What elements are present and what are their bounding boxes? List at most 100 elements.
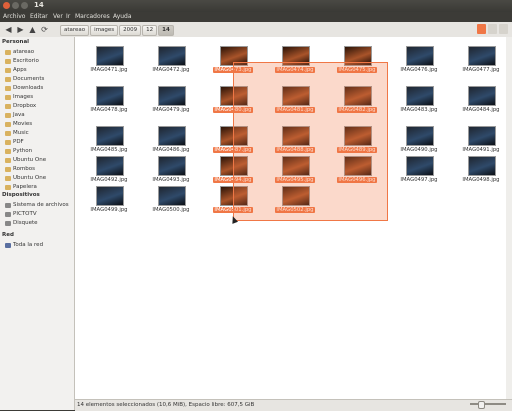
file-item[interactable]: IMAG0483.jpg xyxy=(392,80,446,120)
sidebar-item-personal-1[interactable]: Escritorio xyxy=(5,57,39,65)
sidebar-item-personal-15[interactable]: Papelera xyxy=(5,183,37,191)
network-icon xyxy=(5,242,11,248)
folder-icon xyxy=(5,49,11,55)
menu-ayuda[interactable]: Ayuda xyxy=(113,13,132,20)
file-item[interactable]: IMAG0476.jpg xyxy=(392,40,446,80)
drive-icon xyxy=(5,211,11,217)
file-item[interactable]: IMAG0478.jpg xyxy=(82,80,136,120)
folder-icon xyxy=(5,103,11,109)
breadcrumb-2009[interactable]: 2009 xyxy=(119,25,142,36)
sidebar-item-personal-6[interactable]: Dropbox xyxy=(5,102,36,110)
title-bar: 14 xyxy=(0,0,512,12)
image-thumbnail xyxy=(158,46,186,66)
menu-archivo[interactable]: Archivo xyxy=(3,13,25,20)
sidebar-item-personal-10[interactable]: PDF xyxy=(5,138,24,146)
sidebar-item-personal-12[interactable]: Ubuntu One xyxy=(5,156,46,164)
file-name: IMAG0498.jpg xyxy=(462,177,500,183)
sidebar-item-label: Sistema de archivos xyxy=(13,202,69,208)
file-item[interactable]: IMAG0471.jpg xyxy=(82,40,136,80)
sidebar-item-label: Documents xyxy=(13,76,45,82)
sidebar-header-personal: Personal xyxy=(2,39,30,45)
menu-marcadores[interactable]: Marcadores xyxy=(75,13,110,20)
image-thumbnail xyxy=(158,186,186,206)
forward-arrow-icon[interactable]: ▶ xyxy=(15,24,26,35)
file-name: IMAG0472.jpg xyxy=(152,67,190,73)
file-item[interactable]: IMAG0500.jpg xyxy=(144,180,198,220)
image-thumbnail xyxy=(96,126,124,146)
file-item[interactable]: IMAG0479.jpg xyxy=(144,80,198,120)
sidebar-item-personal-9[interactable]: Music xyxy=(5,129,29,137)
zoom-slider[interactable] xyxy=(470,403,506,405)
folder-icon xyxy=(5,166,11,172)
file-name: IMAG0483.jpg xyxy=(400,107,438,113)
list-view-button[interactable] xyxy=(488,24,497,34)
file-name-label: IMAG0471.jpg xyxy=(82,67,136,73)
compact-view-button[interactable] xyxy=(499,24,508,34)
image-thumbnail xyxy=(96,46,124,66)
zoom-slider-handle[interactable] xyxy=(478,401,485,409)
file-name-label: IMAG0472.jpg xyxy=(144,67,198,73)
sidebar-item-personal-11[interactable]: Python xyxy=(5,147,32,155)
sidebar-item-personal-4[interactable]: Downloads xyxy=(5,84,43,92)
image-thumbnail xyxy=(406,86,434,106)
sidebar-item-label: Movies xyxy=(13,121,33,127)
folder-icon xyxy=(5,175,11,181)
sidebar-item-label: Downloads xyxy=(13,85,44,91)
sidebar-item-label: Python xyxy=(13,148,33,154)
sidebar-item-personal-0[interactable]: atareao xyxy=(5,48,34,56)
file-item[interactable]: IMAG0499.jpg xyxy=(82,180,136,220)
file-name-label: IMAG0477.jpg xyxy=(454,67,508,73)
file-item[interactable]: IMAG0497.jpg xyxy=(392,150,446,190)
window-title: 14 xyxy=(34,1,44,9)
file-name: IMAG0477.jpg xyxy=(462,67,500,73)
breadcrumb-atareao[interactable]: atareao xyxy=(60,25,90,36)
menu-editar[interactable]: Editar xyxy=(30,13,48,20)
minimize-window-button[interactable] xyxy=(12,2,19,9)
file-item[interactable]: IMAG0472.jpg xyxy=(144,40,198,80)
sidebar-item-network-0[interactable]: Toda la red xyxy=(5,241,43,249)
breadcrumb-12[interactable]: 12 xyxy=(142,25,158,36)
scrollbar[interactable] xyxy=(506,37,512,399)
sidebar-item-device-2[interactable]: Disquete xyxy=(5,219,38,227)
sidebar-item-personal-14[interactable]: Ubuntu One xyxy=(5,174,46,182)
sidebar-item-label: Escritorio xyxy=(13,58,39,64)
folder-icon xyxy=(5,121,11,127)
sidebar-item-personal-13[interactable]: Rombos xyxy=(5,165,35,173)
sidebar-item-label: Disquete xyxy=(13,220,38,226)
maximize-window-button[interactable] xyxy=(21,2,28,9)
file-name-label: IMAG0483.jpg xyxy=(392,107,446,113)
image-thumbnail xyxy=(468,86,496,106)
sidebar-item-personal-8[interactable]: Movies xyxy=(5,120,32,128)
menu-ir[interactable]: Ir xyxy=(66,13,70,20)
sidebar-header-network: Red xyxy=(2,232,14,238)
icon-view-button[interactable] xyxy=(477,24,486,34)
back-arrow-icon[interactable]: ◀ xyxy=(3,24,14,35)
file-name: IMAG0476.jpg xyxy=(400,67,438,73)
file-name-label: IMAG0484.jpg xyxy=(454,107,508,113)
file-name: IMAG0478.jpg xyxy=(90,107,128,113)
file-item[interactable]: IMAG0484.jpg xyxy=(454,80,508,120)
file-item[interactable]: IMAG0498.jpg xyxy=(454,150,508,190)
sidebar-item-label: Ubuntu One xyxy=(13,175,47,181)
image-thumbnail xyxy=(406,156,434,176)
sidebar-item-device-0[interactable]: Sistema de archivos xyxy=(5,201,69,209)
breadcrumb-images[interactable]: images xyxy=(90,25,119,36)
sidebar-item-personal-5[interactable]: Images xyxy=(5,93,33,101)
file-view[interactable]: IMAG0471.jpg IMAG0472.jpg IMAG0473.jpg IMAG… xyxy=(75,37,512,399)
sidebar-item-label: Rombos xyxy=(13,166,36,172)
breadcrumb-14[interactable]: 14 xyxy=(158,25,174,36)
status-bar: 14 elementos seleccionados (10,6 MiB), E… xyxy=(75,399,512,411)
drive-icon xyxy=(5,220,11,226)
menu-ver[interactable]: Ver xyxy=(53,13,63,20)
file-item[interactable]: IMAG0477.jpg xyxy=(454,40,508,80)
reload-icon[interactable]: ⟳ xyxy=(39,24,50,35)
sidebar-item-personal-7[interactable]: Java xyxy=(5,111,25,119)
up-arrow-icon[interactable]: ▲ xyxy=(27,24,38,35)
sidebar-item-device-1[interactable]: PICTOTV xyxy=(5,210,37,218)
close-window-button[interactable] xyxy=(3,2,10,9)
file-name-label: IMAG0499.jpg xyxy=(82,207,136,213)
file-name-label: IMAG0479.jpg xyxy=(144,107,198,113)
sidebar-item-personal-2[interactable]: Apps xyxy=(5,66,27,74)
folder-icon xyxy=(5,76,11,82)
sidebar-item-personal-3[interactable]: Documents xyxy=(5,75,44,83)
